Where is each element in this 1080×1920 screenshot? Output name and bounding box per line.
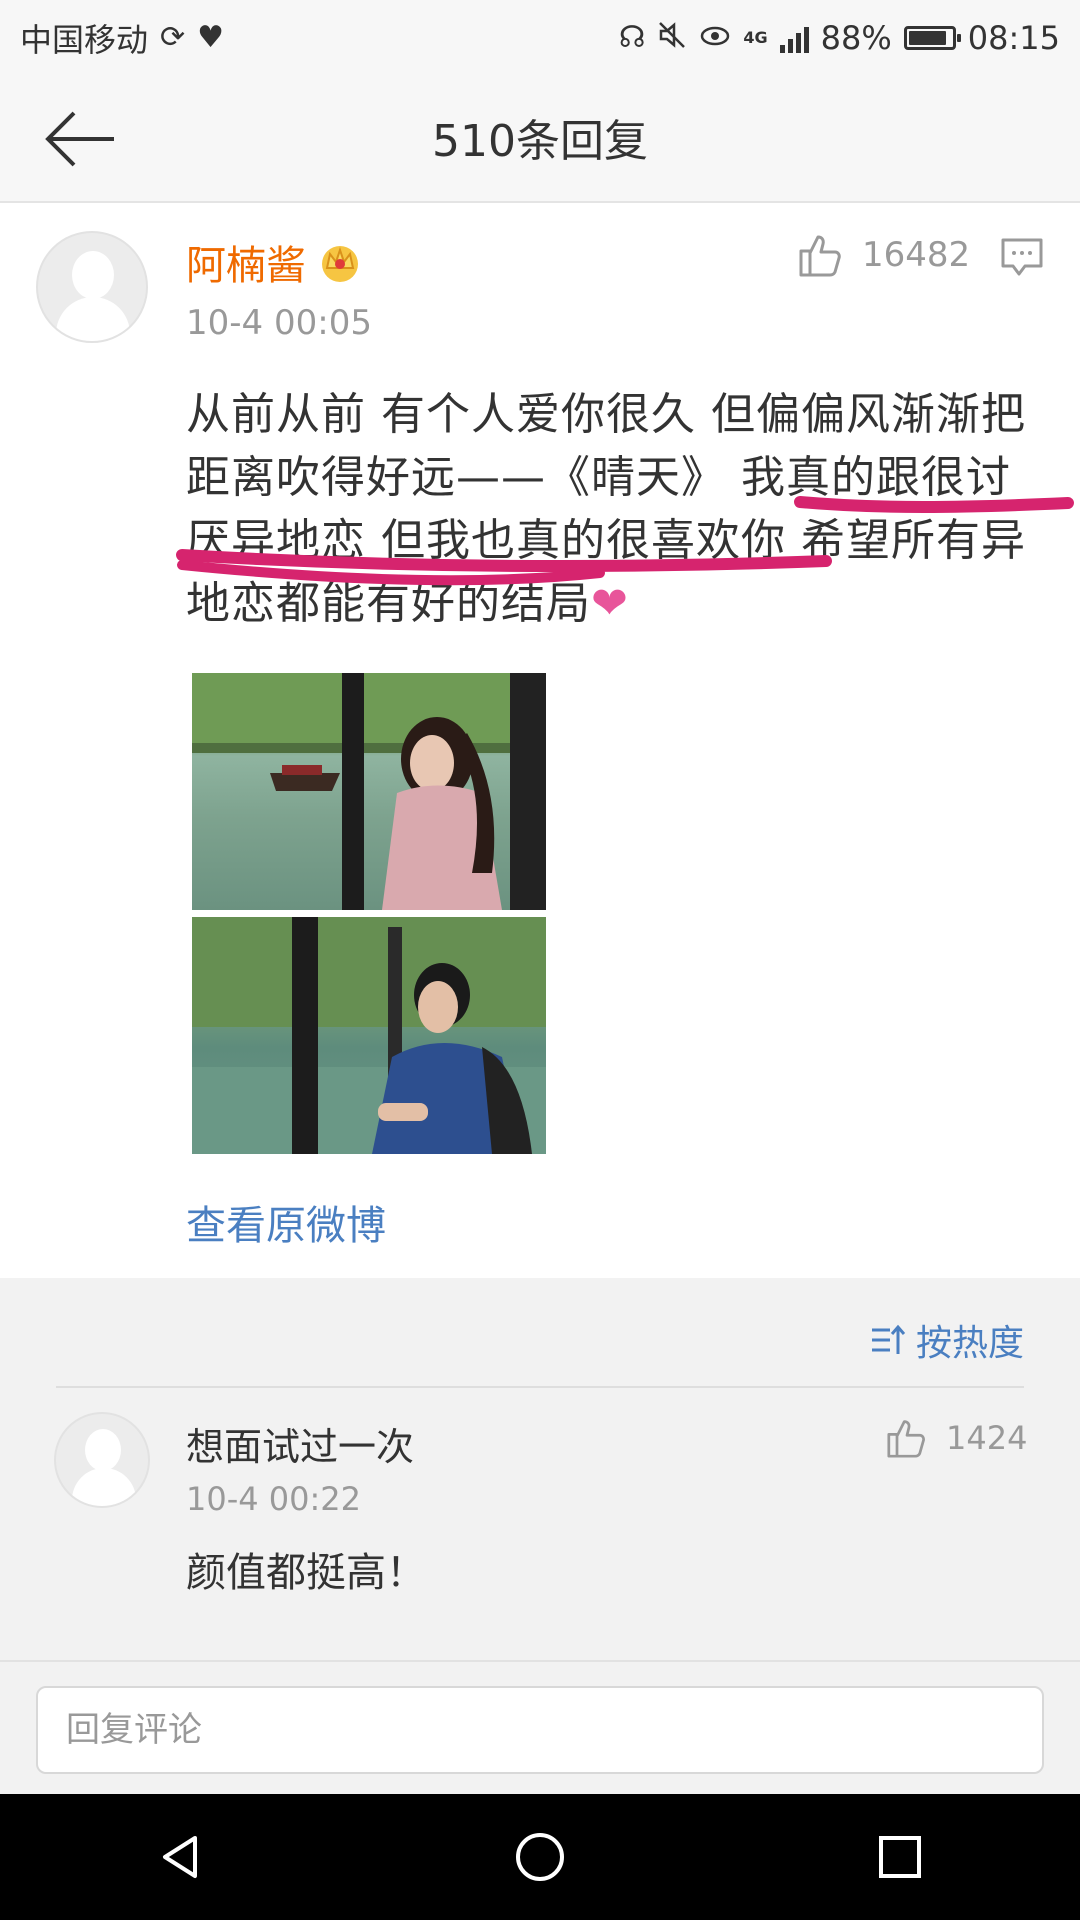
comment-text: 从前从前 有个人爱你很久 但偏偏风渐渐把距离吹得好远——《晴天》 我真的跟很讨厌… bbox=[186, 383, 1036, 635]
carrier-label: 中国移动 bbox=[20, 20, 149, 59]
comment-time: 10-4 00:05 bbox=[186, 303, 372, 343]
headset-icon: ☊ bbox=[618, 19, 646, 55]
sort-icon bbox=[871, 1324, 906, 1354]
avatar[interactable] bbox=[54, 1412, 150, 1508]
system-nav-bar bbox=[0, 1794, 1080, 1920]
triangle-back-icon bbox=[163, 1836, 197, 1878]
reply-like-button[interactable]: 1424 bbox=[886, 1418, 1027, 1458]
network-type: 4G bbox=[743, 27, 768, 47]
sort-label: 按热度 bbox=[915, 1323, 1024, 1364]
thumbs-up-icon bbox=[799, 235, 841, 277]
square-recents-icon bbox=[879, 1836, 921, 1878]
nav-back-button[interactable] bbox=[130, 1807, 230, 1907]
sync-icon: ⟳ bbox=[160, 19, 186, 55]
signal-icon bbox=[779, 23, 809, 53]
like-count: 1424 bbox=[946, 1419, 1028, 1457]
battery-icon bbox=[903, 25, 961, 50]
comment-icon[interactable] bbox=[1000, 237, 1044, 277]
circle-home-icon bbox=[516, 1833, 564, 1881]
reply-bar bbox=[0, 1660, 1080, 1794]
reply-time: 10-4 00:22 bbox=[186, 1480, 362, 1518]
sort-by-hot-button[interactable]: 按热度 bbox=[870, 1314, 1024, 1366]
comment-author[interactable]: 阿楠酱 bbox=[186, 233, 362, 291]
status-bar: 中国移动 ⟳ ♥ ☊ 4G 88% 08:15 bbox=[0, 0, 1080, 75]
reply-section: 按热度 想面试过一次 10-4 00:22 1424 颜值都挺高！ bbox=[0, 1278, 1080, 1660]
heart-rate-icon: ♥ bbox=[197, 19, 225, 55]
photo-boy-by-river[interactable] bbox=[192, 917, 546, 1154]
author-name: 阿楠酱 bbox=[186, 243, 306, 289]
photo-girl-by-river[interactable] bbox=[192, 673, 546, 910]
thumbs-up-icon bbox=[887, 1420, 925, 1458]
nav-recents-button[interactable] bbox=[850, 1807, 950, 1907]
like-button[interactable]: 16482 bbox=[798, 233, 970, 277]
divider bbox=[56, 1386, 1024, 1388]
battery-percent: 88% bbox=[820, 18, 892, 57]
page-title: 510条回复 bbox=[432, 116, 648, 167]
reply-text: 颜值都挺高！ bbox=[186, 1550, 426, 1596]
avatar[interactable] bbox=[36, 231, 148, 343]
nav-home-button[interactable] bbox=[490, 1807, 590, 1907]
main-comment: 阿楠酱 10-4 00:05 16482 从前从前 有个人爱你很久 但偏偏风渐渐… bbox=[0, 203, 1080, 1278]
eye-care-icon bbox=[699, 22, 731, 54]
like-count: 16482 bbox=[862, 235, 971, 275]
heart-emoji: ❤ bbox=[591, 578, 629, 629]
reply-input[interactable] bbox=[36, 1686, 1044, 1774]
crown-vip-icon bbox=[322, 246, 358, 282]
reply-author[interactable]: 想面试过一次 bbox=[186, 1416, 414, 1471]
mute-icon bbox=[657, 20, 687, 56]
clock: 08:15 bbox=[967, 18, 1060, 57]
view-original-link[interactable]: 查看原微博 bbox=[186, 1193, 386, 1251]
header: 510条回复 bbox=[0, 75, 1080, 203]
